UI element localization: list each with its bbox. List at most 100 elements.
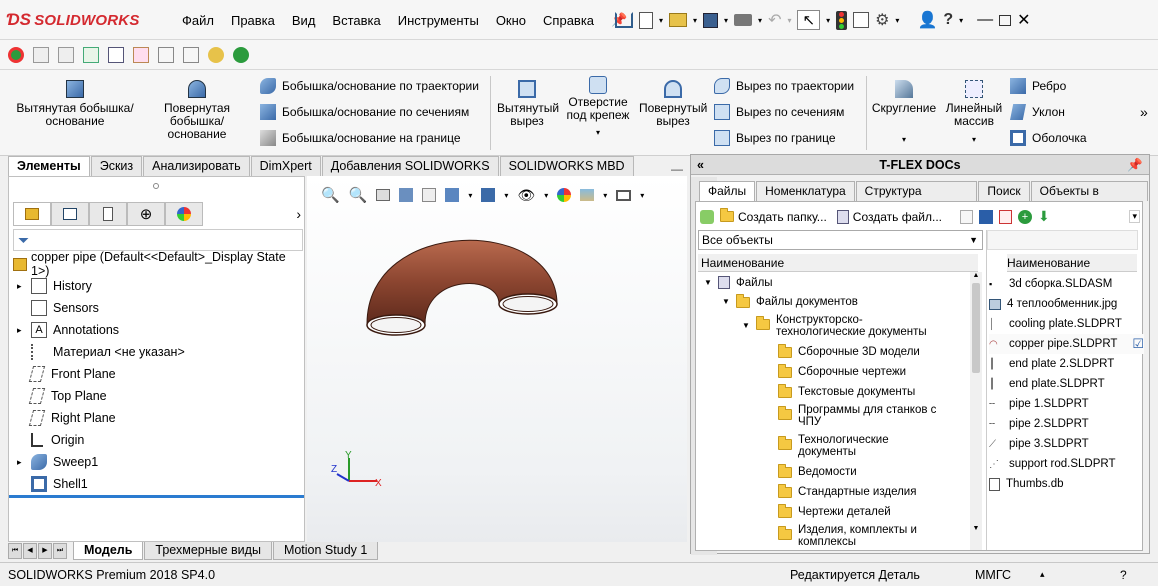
tree-item-right-plane[interactable]: Right Plane	[17, 407, 116, 429]
tree-item-origin[interactable]: Origin	[17, 429, 84, 451]
tab-evaluate[interactable]: Анализировать	[143, 156, 250, 176]
edit-document-icon[interactable]	[960, 209, 973, 224]
document-card-icon[interactable]	[83, 46, 99, 63]
first-tab-icon[interactable]: ⏮	[8, 543, 22, 559]
rebuild-traffic-light-icon[interactable]	[836, 10, 848, 30]
graphics-area[interactable]: 🔍 🔍 ▾ ▾ 👁 ▾ ▾ ▾ — ❐ ✕	[307, 162, 717, 542]
expand-arrow-icon[interactable]: ▸	[17, 457, 31, 468]
dropdown-arrow-icon[interactable]: ▾	[868, 133, 940, 146]
status-units-arrow-icon[interactable]: ▴	[1040, 569, 1045, 580]
dropdown-arrow-icon[interactable]: ▾	[826, 16, 830, 25]
collapse-pane-icon[interactable]: «	[697, 155, 704, 175]
print-icon[interactable]	[734, 14, 753, 26]
tab-sketch[interactable]: Эскиз	[90, 156, 143, 176]
add-green-icon[interactable]: +	[1018, 209, 1032, 224]
tflex-logo-icon[interactable]	[8, 46, 24, 63]
file-item[interactable]: ┃ end plate.SLDPRT	[989, 374, 1144, 394]
user-icon[interactable]: 👤	[917, 10, 937, 30]
refresh-icon[interactable]	[700, 209, 714, 224]
display-manager-tab[interactable]	[165, 202, 203, 226]
loft-cut-button[interactable]: Вырез по сечениям	[714, 104, 844, 120]
export-icon[interactable]	[158, 46, 174, 63]
folder-tree-item[interactable]: Ведомости	[778, 463, 857, 478]
feature-manager-tab[interactable]	[13, 202, 51, 226]
scrollbar-thumb[interactable]	[972, 283, 980, 373]
dropdown-arrow-icon[interactable]: ▾	[895, 16, 899, 25]
hole-wizard-button[interactable]: Отверстие под крепеж ▾	[562, 76, 634, 139]
toolbar-overflow-icon[interactable]: ▾	[1129, 210, 1140, 223]
folders-column-header[interactable]: Наименование	[698, 254, 978, 272]
menu-window[interactable]: Окно	[496, 13, 526, 28]
minimize-icon[interactable]: —	[977, 11, 993, 29]
dropdown-arrow-icon[interactable]: ▾	[724, 16, 728, 25]
tflex-help-icon[interactable]	[233, 46, 249, 63]
copper-pipe-model[interactable]: Y X Z	[307, 176, 687, 542]
tab-files[interactable]: Файлы	[699, 181, 756, 201]
configuration-manager-tab[interactable]	[89, 202, 127, 226]
collapse-arrow-icon[interactable]: ▼	[722, 296, 736, 308]
shell-button[interactable]: Оболочка	[1010, 130, 1087, 146]
file-item[interactable]: ┃ end plate 2.SLDPRT	[989, 354, 1144, 374]
select-arrow-icon[interactable]: ↖	[797, 10, 821, 30]
folder-tree-item[interactable]: Текстовые документы	[778, 383, 915, 398]
user-settings-icon[interactable]	[208, 46, 224, 63]
sweep-cut-button[interactable]: Вырез по траектории	[714, 78, 854, 94]
open-folder-icon[interactable]	[669, 13, 688, 27]
file-item[interactable]: ╌ pipe 2.SLDPRT	[989, 414, 1144, 434]
document-link-icon[interactable]	[133, 46, 149, 63]
file-item[interactable]: ⋰ support rod.SLDPRT	[989, 454, 1144, 474]
tab-motion-study[interactable]: Motion Study 1	[272, 542, 379, 560]
dropdown-arrow-icon[interactable]: ▾	[562, 126, 634, 139]
boundary-cut-button[interactable]: Вырез по границе	[714, 130, 836, 146]
folder-tree-item[interactable]: Стандартные изделия	[778, 483, 916, 498]
tab-nomenclature[interactable]: Номенклатура	[756, 181, 855, 201]
minimize-icon[interactable]: —	[671, 162, 683, 176]
folder-tree-item-design-docs[interactable]: ▼ Конструкторско- технологические докуме…	[742, 314, 936, 338]
tree-item-material[interactable]: Материал <не указан>	[17, 341, 185, 363]
prev-tab-icon[interactable]: ◀	[23, 543, 37, 559]
check-in-icon[interactable]	[33, 46, 49, 63]
tree-item-top-plane[interactable]: Top Plane	[17, 385, 107, 407]
tree-item-annotations[interactable]: ▸ A Annotations	[17, 319, 119, 341]
delete-document-icon[interactable]	[999, 209, 1012, 224]
panel-grip-icon[interactable]	[153, 183, 159, 189]
rollback-bar[interactable]	[9, 495, 304, 498]
tab-model[interactable]: Модель	[73, 542, 144, 560]
tab-addins[interactable]: Добавления SOLIDWORKS	[321, 156, 499, 176]
loft-boss-button[interactable]: Бобышка/основание по сечениям	[260, 104, 469, 120]
create-file-button[interactable]: Создать файл...	[836, 209, 942, 224]
folder-tree-item-document-files[interactable]: ▼ Файлы документов	[722, 293, 858, 308]
collapse-arrow-icon[interactable]: ▼	[742, 320, 756, 332]
dropdown-arrow-icon[interactable]: ▾	[659, 16, 663, 25]
tab-3d-views[interactable]: Трехмерные виды	[144, 542, 272, 560]
create-folder-button[interactable]: Создать папку...	[720, 208, 827, 224]
menu-tools[interactable]: Инструменты	[398, 13, 479, 28]
folder-tree-item[interactable]: Сборочные чертежи	[778, 363, 906, 378]
solidworks-logo[interactable]: ƊS SOLIDWORKS	[6, 10, 140, 30]
folder-tree-item[interactable]: Чертежи деталей	[778, 503, 891, 518]
last-tab-icon[interactable]: ⏭	[53, 543, 67, 559]
expand-arrow-icon[interactable]: ▸	[17, 325, 31, 336]
dimxpert-manager-tab[interactable]: ⊕	[127, 202, 165, 226]
tab-work-objects[interactable]: Объекты в работе	[1030, 181, 1148, 217]
undo-icon[interactable]: ↶	[768, 10, 781, 30]
collapse-arrow-icon[interactable]: ▼	[704, 277, 718, 289]
tree-item-sweep1[interactable]: ▸ Sweep1	[17, 451, 98, 473]
tab-product-structure[interactable]: Структура изделия	[855, 181, 978, 217]
file-item[interactable]: ╌ pipe 1.SLDPRT	[989, 394, 1144, 414]
sweep-boss-button[interactable]: Бобышка/основание по траектории	[260, 78, 479, 94]
file-item[interactable]: ⟋ pipe 3.SLDPRT	[989, 434, 1144, 454]
status-help-icon[interactable]: ?	[1120, 568, 1127, 582]
download-green-icon[interactable]: ⬇	[1038, 208, 1050, 225]
linear-pattern-button[interactable]: Линейный массив ▾	[942, 80, 1006, 146]
tab-mbd[interactable]: SOLIDWORKS MBD	[499, 156, 634, 176]
checked-icon[interactable]: ☑	[1132, 336, 1144, 352]
dropdown-arrow-icon[interactable]: ▾	[693, 16, 697, 25]
file-item[interactable]: │ cooling plate.SLDPRT	[989, 314, 1144, 334]
home-icon[interactable]	[615, 12, 633, 28]
save-icon[interactable]	[703, 12, 719, 28]
rib-button[interactable]: Ребро	[1010, 78, 1066, 94]
download-icon[interactable]	[183, 46, 199, 63]
tab-features[interactable]: Элементы	[8, 156, 90, 176]
close-icon[interactable]: ✕	[1017, 10, 1030, 30]
